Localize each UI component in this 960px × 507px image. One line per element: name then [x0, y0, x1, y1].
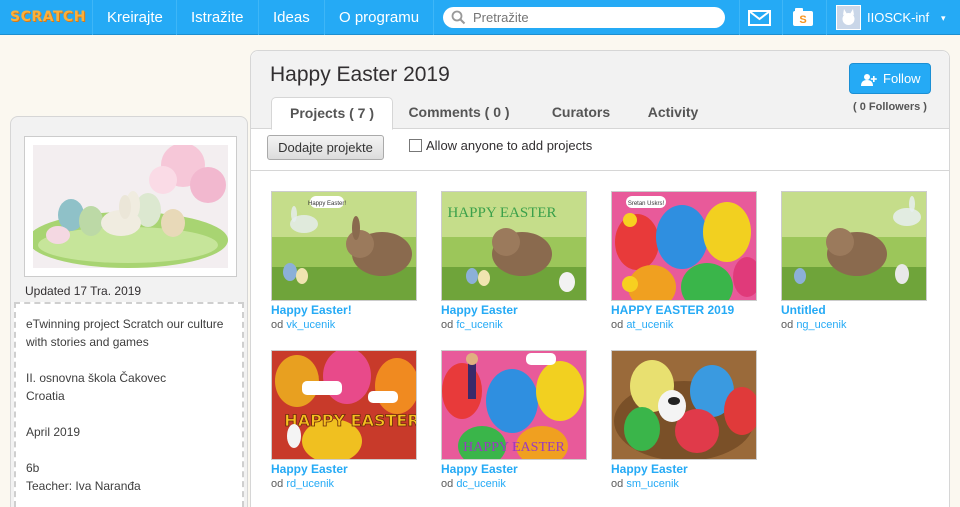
by-label: od: [781, 319, 794, 331]
search-icon: [451, 10, 466, 25]
project-author: od dc_ucenik: [441, 478, 506, 490]
search-input[interactable]: [473, 8, 713, 27]
project-card[interactable]: HAPPY EASTER Happy Easter od fc_ucenik: [441, 191, 587, 336]
thumb-caption: Happy Easter!: [308, 201, 346, 207]
studio-thumbnail: [24, 136, 237, 277]
project-card[interactable]: Happy Easter! Happy Easter! od vk_ucenik: [271, 191, 417, 336]
project-title[interactable]: Happy Easter!: [271, 303, 352, 317]
studio-header: Happy Easter 2019 Follow ( 0 Followers )…: [251, 51, 949, 130]
bunny-meadow-image: [782, 192, 926, 300]
page-title: Happy Easter 2019: [270, 63, 450, 86]
project-title[interactable]: Happy Easter: [441, 303, 518, 317]
colored-eggs-image: HAPPY EASTER: [442, 351, 586, 459]
author-link[interactable]: rd_ucenik: [286, 478, 334, 490]
by-label: od: [441, 319, 454, 331]
by-label: od: [611, 319, 624, 331]
followers-count: ( 0 Followers ): [853, 101, 927, 113]
colored-eggs-image: HAPPY EASTER: [272, 351, 416, 459]
project-author: od ng_ucenik: [781, 319, 846, 331]
author-link[interactable]: sm_ucenik: [626, 478, 679, 490]
nav-ideas[interactable]: Ideas: [258, 0, 324, 35]
tab-comments[interactable]: Comments ( 0 ): [399, 97, 519, 129]
my-stuff-button[interactable]: S: [782, 0, 822, 35]
messages-button[interactable]: [739, 0, 779, 35]
thumb-caption: HAPPY EASTER: [284, 411, 416, 430]
project-title[interactable]: HAPPY EASTER 2019: [611, 303, 734, 317]
add-projects-button[interactable]: Dodajte projekte: [267, 135, 384, 160]
project-card[interactable]: Sretan Uskrs! HAPPY EASTER 2019 od at_uc…: [611, 191, 757, 336]
avatar: [836, 5, 861, 30]
project-author: od fc_ucenik: [441, 319, 503, 331]
author-link[interactable]: at_ucenik: [626, 319, 673, 331]
project-thumbnail[interactable]: Sretan Uskrs!: [611, 191, 757, 301]
search-bar[interactable]: [443, 7, 725, 28]
project-title[interactable]: Happy Easter: [441, 462, 518, 476]
project-card[interactable]: Untitled od ng_ucenik: [781, 191, 927, 336]
bunny-meadow-image: HAPPY EASTER: [442, 192, 586, 300]
nav-about[interactable]: O programu: [324, 0, 435, 35]
nav-create[interactable]: Kreirajte: [92, 0, 177, 35]
follow-label: Follow: [883, 71, 921, 86]
project-title[interactable]: Happy Easter: [611, 462, 688, 476]
studio-description[interactable]: eTwinning project Scratch our culture wi…: [14, 302, 244, 507]
thumb-caption: HAPPY EASTER: [447, 205, 556, 221]
studio-sidebar: Updated 17 Tra. 2019 eTwinning project S…: [10, 116, 248, 507]
studio-panel: Happy Easter 2019 Follow ( 0 Followers )…: [250, 50, 950, 507]
description-line: II. osnovna škola Čakovec: [26, 371, 167, 385]
projects-toolbar: Dodajte projekte Allow anyone to add pro…: [251, 129, 949, 171]
project-thumbnail[interactable]: HAPPY EASTER: [271, 350, 417, 460]
bunny-meadow-image: Happy Easter!: [272, 192, 416, 300]
description-line: 6b: [26, 461, 40, 475]
easter-eggs-image: [28, 143, 228, 268]
project-thumbnail[interactable]: [781, 191, 927, 301]
project-title[interactable]: Untitled: [781, 303, 826, 317]
thumb-caption: HAPPY EASTER: [463, 440, 565, 455]
author-link[interactable]: dc_ucenik: [456, 478, 506, 490]
by-label: od: [271, 319, 284, 331]
cat-avatar-icon: [837, 6, 860, 29]
eggs-nest-image: [612, 351, 756, 459]
by-label: od: [441, 478, 454, 490]
scratch-logo[interactable]: SCRATCH: [10, 5, 85, 30]
author-link[interactable]: fc_ucenik: [456, 319, 502, 331]
username: IIOSCK-inf: [867, 10, 930, 25]
author-link[interactable]: ng_ucenik: [796, 319, 846, 331]
colored-eggs-image: Sretan Uskrs!: [612, 192, 756, 300]
mail-icon: [748, 10, 771, 26]
description-line: Croatia: [26, 389, 65, 403]
by-label: od: [271, 478, 284, 490]
allow-checkbox[interactable]: [409, 139, 422, 152]
project-author: od at_ucenik: [611, 319, 673, 331]
project-author: od rd_ucenik: [271, 478, 334, 490]
follow-button[interactable]: Follow: [849, 63, 931, 94]
description-line: eTwinning project Scratch our culture wi…: [26, 317, 224, 349]
tab-activity[interactable]: Activity: [635, 97, 711, 129]
folder-icon: S: [793, 8, 813, 26]
updated-date: Updated 17 Tra. 2019: [25, 284, 142, 298]
project-title[interactable]: Happy Easter: [271, 462, 348, 476]
project-thumbnail[interactable]: HAPPY EASTER: [441, 350, 587, 460]
project-thumbnail[interactable]: HAPPY EASTER: [441, 191, 587, 301]
top-navigation-bar: SCRATCH Kreirajte Istražite Ideas O prog…: [0, 0, 960, 35]
thumb-caption: Sretan Uskrs!: [628, 201, 665, 207]
tab-projects[interactable]: Projects ( 7 ): [271, 97, 393, 130]
project-card[interactable]: HAPPY EASTER Happy Easter od rd_ucenik: [271, 350, 417, 495]
chevron-down-icon: ▾: [941, 13, 946, 23]
author-link[interactable]: vk_ucenik: [286, 319, 335, 331]
tab-curators[interactable]: Curators: [541, 97, 621, 129]
description-line: Teacher: Iva Naranđa: [26, 479, 141, 493]
add-user-icon: [861, 74, 877, 86]
project-thumbnail[interactable]: Happy Easter!: [271, 191, 417, 301]
description-line: April 2019: [26, 425, 81, 439]
allow-checkbox-label: Allow anyone to add projects: [426, 138, 593, 153]
project-card[interactable]: Happy Easter od sm_ucenik: [611, 350, 757, 495]
project-author: od sm_ucenik: [611, 478, 679, 490]
nav-explore[interactable]: Istražite: [176, 0, 258, 35]
project-thumbnail[interactable]: [611, 350, 757, 460]
account-menu[interactable]: IIOSCK-inf ▾: [826, 0, 960, 35]
by-label: od: [611, 478, 624, 490]
svg-text:S: S: [799, 14, 806, 26]
project-author: od vk_ucenik: [271, 319, 335, 331]
project-card[interactable]: HAPPY EASTER Happy Easter od dc_ucenik: [441, 350, 587, 495]
